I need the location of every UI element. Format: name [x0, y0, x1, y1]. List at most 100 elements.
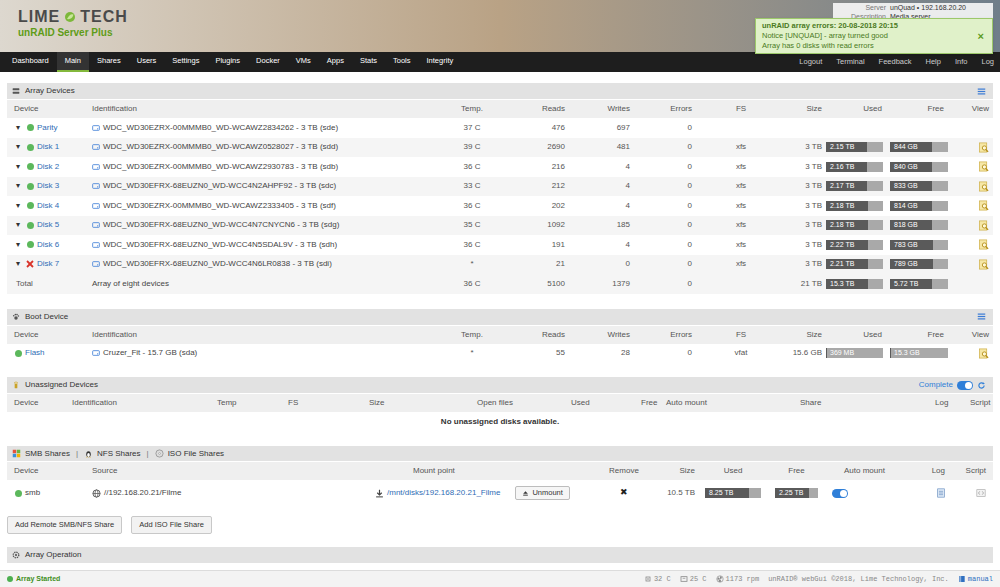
device-name[interactable]: Flash [25, 347, 45, 359]
errors: 0 [630, 239, 692, 251]
notification: unRAID array errors: 20-08-2018 20:15Not… [755, 18, 993, 54]
refresh-icon[interactable] [977, 381, 986, 390]
view-icon[interactable] [978, 259, 989, 270]
toggle-switch[interactable] [957, 381, 973, 390]
nav-link[interactable]: Logout [799, 56, 822, 67]
device-name[interactable]: Disk 2 [37, 161, 59, 173]
free-bar: 789 GB [890, 259, 948, 269]
share-type-tab[interactable]: NFS Shares [97, 448, 141, 460]
nav-tab[interactable]: Integrity [419, 52, 462, 72]
nav-tab[interactable]: Stats [352, 52, 385, 72]
nav-tab[interactable]: Settings [164, 52, 207, 72]
nav-tab[interactable]: Plugins [207, 52, 248, 72]
info-value: unQuad • 192.168.20.20 [890, 3, 990, 12]
free-bar: 2.25 TB [775, 488, 818, 498]
nav-tab[interactable]: Docker [248, 52, 288, 72]
bar-value: 2.22 TB [826, 240, 883, 250]
dot-fill [27, 124, 34, 131]
linux-icon [84, 449, 93, 458]
gear-icon [12, 551, 20, 559]
status-bar: Array Started32 C25 C1173 rpmunRAID® web… [0, 570, 1000, 587]
log-icon[interactable] [936, 488, 946, 498]
bar-value: 814 GB [890, 201, 948, 211]
nav-tab[interactable]: Apps [319, 52, 352, 72]
list-icon[interactable] [977, 312, 986, 321]
bar-value: 15.3 GB [890, 348, 948, 358]
column-header: Log [900, 465, 955, 477]
globe-icon [92, 489, 101, 498]
temperature: 35 C [452, 219, 492, 231]
view-icon[interactable] [978, 161, 989, 172]
expand-toggle[interactable]: ▾ [16, 200, 23, 212]
view-icon[interactable] [978, 200, 989, 211]
device-name[interactable]: Disk 6 [37, 239, 59, 251]
column-header: Free [771, 465, 822, 477]
toggle-switch[interactable] [832, 489, 848, 498]
mount-point-link[interactable]: /mnt/disks/192.168.20.21_Filme [387, 487, 500, 499]
view-icon[interactable] [978, 220, 989, 231]
nav-tab[interactable]: Shares [89, 52, 129, 72]
device-identification: WDC_WD30EFRX-68EUZN0_WD-WCC4N2AHPF92 - 3… [103, 180, 336, 192]
device-identification: WDC_WD30EZRX-00MMMB0_WD-WCAWZ2930783 - 3… [103, 161, 338, 173]
expand-toggle[interactable]: ▾ [16, 219, 23, 231]
device-name[interactable]: Disk 4 [37, 200, 59, 212]
remove-button[interactable]: ✖ [598, 486, 650, 500]
bar-value: 783 GB [890, 240, 948, 250]
main-nav: DashboardMainSharesUsersSettingsPluginsD… [0, 52, 1000, 72]
nav-tab[interactable]: Users [129, 52, 165, 72]
expand-toggle[interactable]: ▾ [16, 180, 23, 192]
nav-link[interactable]: Info [955, 56, 968, 67]
script-icon[interactable] [976, 488, 986, 498]
device-name[interactable]: Disk 1 [37, 141, 59, 153]
device-name[interactable]: Parity [37, 122, 57, 134]
section-header: Boot Device [7, 309, 993, 325]
logo-word: LIME [18, 7, 60, 26]
nav-tab[interactable]: Dashboard [4, 52, 57, 72]
device-identification: Array of eight devices [92, 278, 169, 290]
nav-link[interactable]: Log [981, 56, 994, 67]
size: 15.6 GB [790, 347, 822, 359]
bar-value: 5.72 TB [890, 279, 948, 289]
device-name[interactable]: Disk 5 [37, 219, 59, 231]
column-header: Device [7, 103, 92, 115]
device-name[interactable]: Disk 7 [37, 258, 59, 270]
nav-link[interactable]: Terminal [836, 56, 864, 67]
unmount-button[interactable]: Unmount [515, 486, 569, 500]
column-header: Size [650, 465, 695, 477]
expand-toggle[interactable]: ▾ [16, 122, 23, 134]
expand-toggle[interactable]: ▾ [16, 239, 23, 251]
free-bar: 5.72 TB [890, 279, 948, 289]
share-type-tab[interactable]: SMB Shares [25, 448, 70, 460]
errors: 0 [630, 278, 692, 290]
temperature: 36 C [452, 200, 492, 212]
nav-tab[interactable]: VMs [288, 52, 319, 72]
share-type-tab[interactable]: ISO File Shares [168, 448, 224, 460]
size: 3 TB [790, 141, 822, 153]
list-icon[interactable] [977, 87, 986, 96]
view-icon[interactable] [978, 181, 989, 192]
nav-link[interactable]: Help [926, 56, 941, 67]
empty-row: No unassigned disks available. [7, 412, 993, 432]
column-header: Reads [492, 103, 565, 115]
view-icon[interactable] [978, 348, 989, 359]
nav-tab[interactable]: Tools [385, 52, 419, 72]
nav-link[interactable]: Feedback [879, 56, 912, 67]
status-dot [26, 241, 34, 249]
add-share-button[interactable]: Add Remote SMB/NFS Share [7, 516, 122, 534]
writes: 28 [565, 347, 630, 359]
expand-toggle[interactable]: ▾ [16, 141, 23, 153]
add-share-button[interactable]: Add ISO File Share [131, 516, 212, 534]
free-bar: 15.3 GB [890, 348, 948, 358]
dot-fill [27, 202, 34, 209]
view-icon[interactable] [978, 239, 989, 250]
expand-toggle[interactable]: ▾ [16, 258, 23, 270]
close-button[interactable]: × [976, 31, 986, 41]
manual-link[interactable]: manual [958, 574, 993, 585]
column-header: Auto mount [666, 397, 800, 409]
column-header: View [952, 103, 993, 115]
view-icon[interactable] [978, 142, 989, 153]
device-name[interactable]: Disk 3 [37, 180, 59, 192]
expand-toggle[interactable]: ▾ [16, 161, 23, 173]
bar-value: 818 GB [890, 220, 948, 230]
nav-tab[interactable]: Main [57, 52, 89, 72]
